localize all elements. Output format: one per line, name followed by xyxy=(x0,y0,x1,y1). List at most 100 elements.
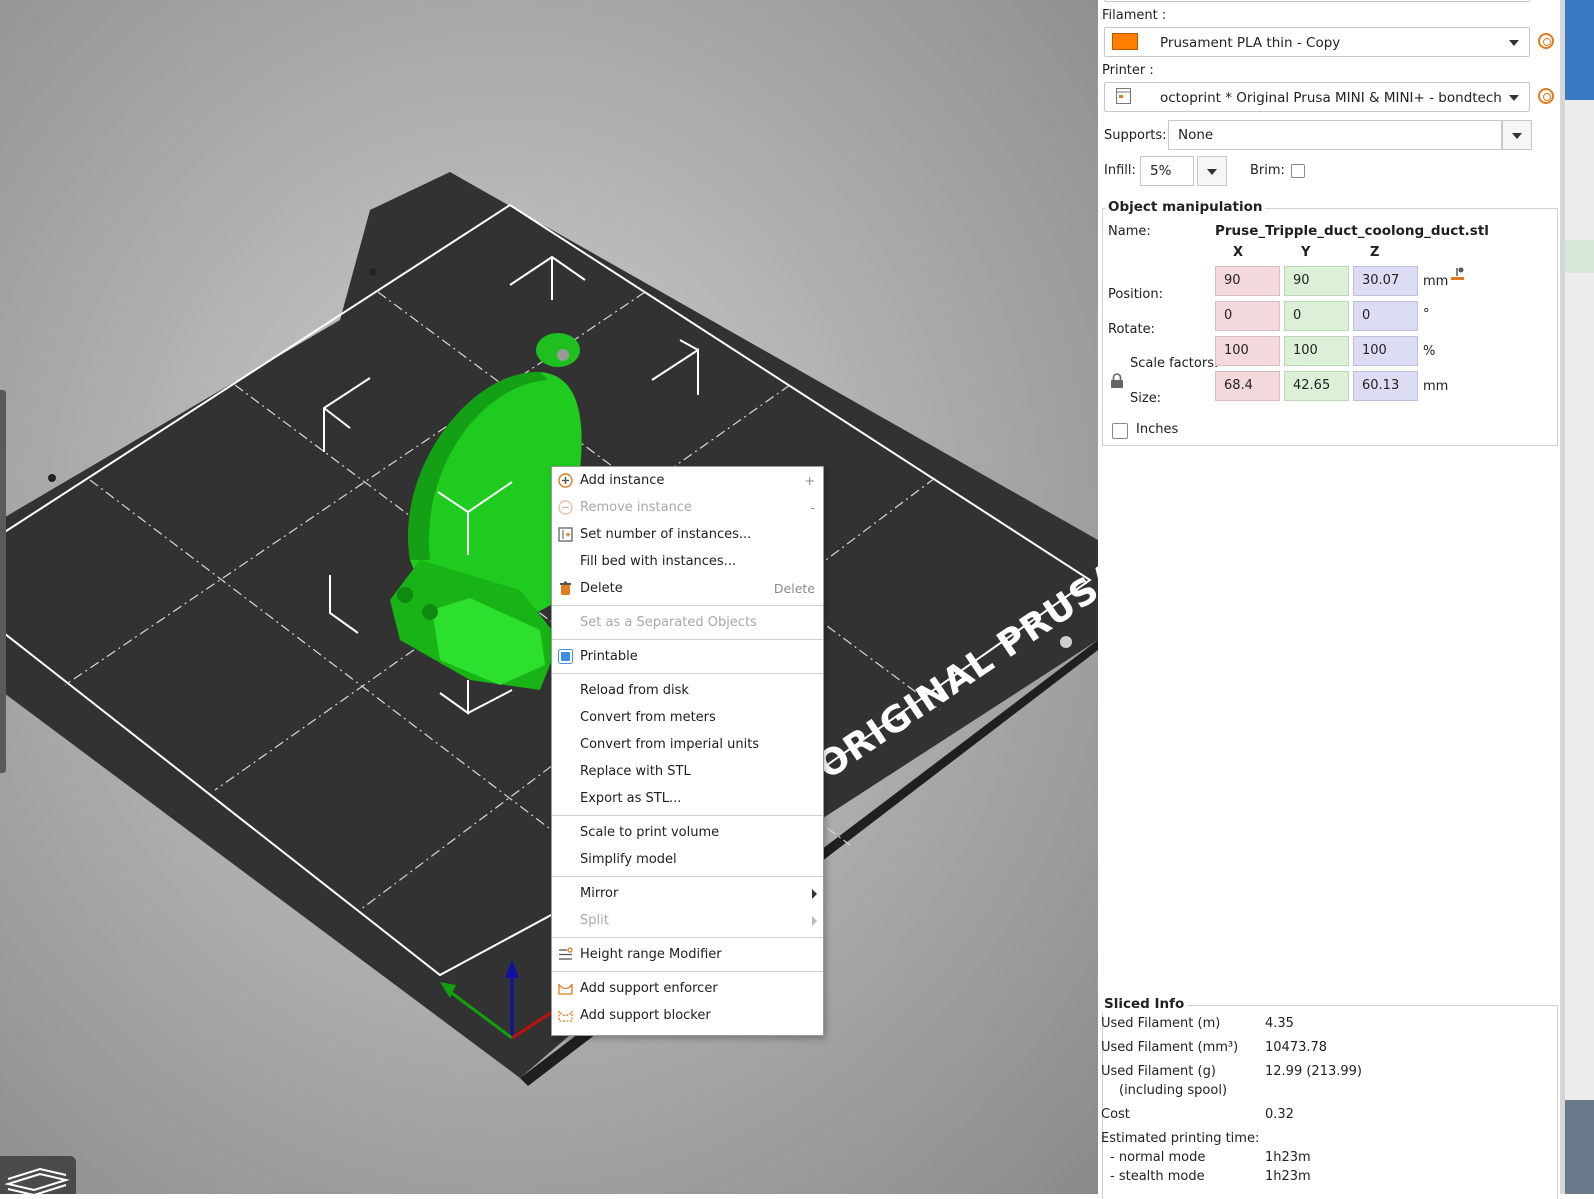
menu-item-label: Delete xyxy=(580,581,623,596)
menu-item-label: Remove instance xyxy=(580,500,692,515)
infill-label: Infill: xyxy=(1104,163,1136,178)
infill-dropdown-button[interactable] xyxy=(1197,156,1227,186)
menu-item-label: Set number of instances... xyxy=(580,527,752,542)
size-x-input[interactable]: 68.4 xyxy=(1215,371,1280,401)
position-y-input[interactable]: 90 xyxy=(1284,266,1349,296)
menu-item-label: Convert from imperial units xyxy=(580,737,760,752)
size-z-input[interactable]: 60.13 xyxy=(1353,371,1418,401)
brim-label: Brim: xyxy=(1250,163,1285,178)
chevron-down-icon xyxy=(1509,40,1519,46)
scale-unit: % xyxy=(1423,344,1436,359)
print-settings-combo[interactable] xyxy=(1104,0,1530,2)
used-filament-g-value: 12.99 (213.99) xyxy=(1265,1064,1362,1079)
menu-add-instance[interactable]: Add instance + xyxy=(552,467,823,494)
bed-mount-hole xyxy=(1060,636,1072,648)
menu-separator xyxy=(552,937,823,938)
lock-icon[interactable] xyxy=(1110,373,1124,389)
menu-convert-from-meters[interactable]: Convert from meters xyxy=(552,704,823,731)
menu-item-label: Reload from disk xyxy=(580,683,689,698)
filament-value: Prusament PLA thin - Copy xyxy=(1160,35,1341,51)
rotate-z-input[interactable]: 0 xyxy=(1353,301,1418,331)
menu-separator xyxy=(552,639,823,640)
sliced-info-title: Sliced Info xyxy=(1101,996,1188,1012)
position-unit: mm xyxy=(1423,274,1449,289)
printable-checkbox-icon xyxy=(558,649,573,664)
menu-convert-from-imperial[interactable]: Convert from imperial units xyxy=(552,731,823,758)
menu-separator xyxy=(552,673,823,674)
inches-label: Inches xyxy=(1136,422,1179,437)
scale-x-input[interactable]: 100 xyxy=(1215,336,1280,366)
menu-add-support-enforcer[interactable]: Add support enforcer xyxy=(552,975,823,1002)
normal-mode-label: - normal mode xyxy=(1110,1150,1206,1165)
menu-item-label: Printable xyxy=(580,649,638,664)
filament-label: Filament : xyxy=(1102,8,1167,23)
size-unit: mm xyxy=(1423,379,1449,394)
menu-set-as-separated-objects[interactable]: Set as a Separated Objects xyxy=(552,609,823,636)
menu-scale-to-print-volume[interactable]: Scale to print volume xyxy=(552,819,823,846)
support-blocker-icon xyxy=(558,1010,573,1022)
cost-value: 0.32 xyxy=(1265,1107,1294,1122)
menu-height-range-modifier[interactable]: Height range Modifier xyxy=(552,941,823,968)
collapse-sidebar-handle[interactable] xyxy=(0,390,6,773)
used-filament-g-label: Used Filament (g) xyxy=(1101,1064,1216,1079)
rotate-x-input[interactable]: 0 xyxy=(1215,301,1280,331)
menu-item-label: Simplify model xyxy=(580,852,677,867)
printer-settings-gear-icon[interactable] xyxy=(1538,88,1554,104)
menu-export-as-stl[interactable]: Export as STL... xyxy=(552,785,823,812)
height-range-icon xyxy=(559,947,573,960)
layers-view-button[interactable] xyxy=(0,1156,76,1194)
add-instance-icon xyxy=(558,473,573,488)
used-filament-m-label: Used Filament (m) xyxy=(1101,1016,1221,1031)
scale-y-input[interactable]: 100 xyxy=(1284,336,1349,366)
printer-label: Printer : xyxy=(1102,63,1154,78)
object-manipulation-title: Object manipulation xyxy=(1105,199,1266,215)
name-label: Name: xyxy=(1108,224,1151,239)
axis-x-header: X xyxy=(1233,245,1244,260)
estimated-time-label: Estimated printing time: xyxy=(1101,1131,1260,1146)
filament-combo[interactable]: Prusament PLA thin - Copy xyxy=(1104,27,1530,57)
submenu-arrow-icon xyxy=(812,889,817,899)
menu-printable[interactable]: Printable xyxy=(552,643,823,670)
menu-remove-instance[interactable]: Remove instance - xyxy=(552,494,823,521)
delete-icon xyxy=(560,581,571,595)
printer-value: octoprint * Original Prusa MINI & MINI+ … xyxy=(1160,90,1502,106)
cost-label: Cost xyxy=(1101,1107,1130,1122)
size-y-input[interactable]: 42.65 xyxy=(1284,371,1349,401)
inches-checkbox[interactable] xyxy=(1112,423,1128,439)
supports-dropdown-button[interactable] xyxy=(1502,120,1532,150)
scale-z-input[interactable]: 100 xyxy=(1353,336,1418,366)
menu-add-support-blocker[interactable]: Add support blocker xyxy=(552,1002,823,1029)
printer-combo[interactable]: octoprint * Original Prusa MINI & MINI+ … xyxy=(1104,82,1530,112)
menu-replace-with-stl[interactable]: Replace with STL xyxy=(552,758,823,785)
filament-color-swatch xyxy=(1112,33,1138,50)
support-enforcer-icon xyxy=(558,983,573,995)
used-filament-mm3-value: 10473.78 xyxy=(1265,1040,1328,1055)
menu-mirror[interactable]: Mirror xyxy=(552,880,823,907)
menu-separator xyxy=(552,971,823,972)
axis-y-header: Y xyxy=(1301,245,1311,260)
menu-item-label: Add instance xyxy=(580,473,665,488)
infill-select[interactable]: 5% xyxy=(1140,156,1194,186)
menu-split[interactable]: Split xyxy=(552,907,823,934)
position-label: Position: xyxy=(1108,287,1163,302)
3d-viewport[interactable]: ORIGINAL PRUSA MINI xyxy=(0,0,1098,1194)
drop-to-bed-icon[interactable] xyxy=(1450,266,1466,282)
menu-simplify-model[interactable]: Simplify model xyxy=(552,846,823,873)
used-filament-m-value: 4.35 xyxy=(1265,1016,1294,1031)
supports-select[interactable]: None xyxy=(1168,120,1502,150)
filament-settings-gear-icon[interactable] xyxy=(1538,33,1554,49)
position-z-input[interactable]: 30.07 xyxy=(1353,266,1418,296)
menu-reload-from-disk[interactable]: Reload from disk xyxy=(552,677,823,704)
size-label: Size: xyxy=(1130,391,1162,406)
settings-sidebar: Filament : Prusament PLA thin - Copy Pri… xyxy=(1098,0,1560,1199)
menu-set-number-of-instances[interactable]: Set number of instances... xyxy=(552,521,823,548)
menu-item-label: Mirror xyxy=(580,886,619,901)
position-x-input[interactable]: 90 xyxy=(1215,266,1280,296)
print-bed xyxy=(0,172,1098,1078)
rotate-y-input[interactable]: 0 xyxy=(1284,301,1349,331)
menu-delete[interactable]: Delete Delete xyxy=(552,575,823,602)
menu-fill-bed-with-instances[interactable]: Fill bed with instances... xyxy=(552,548,823,575)
brim-checkbox[interactable] xyxy=(1291,164,1305,178)
including-spool-label: (including spool) xyxy=(1119,1083,1228,1098)
remove-instance-icon xyxy=(558,500,573,515)
